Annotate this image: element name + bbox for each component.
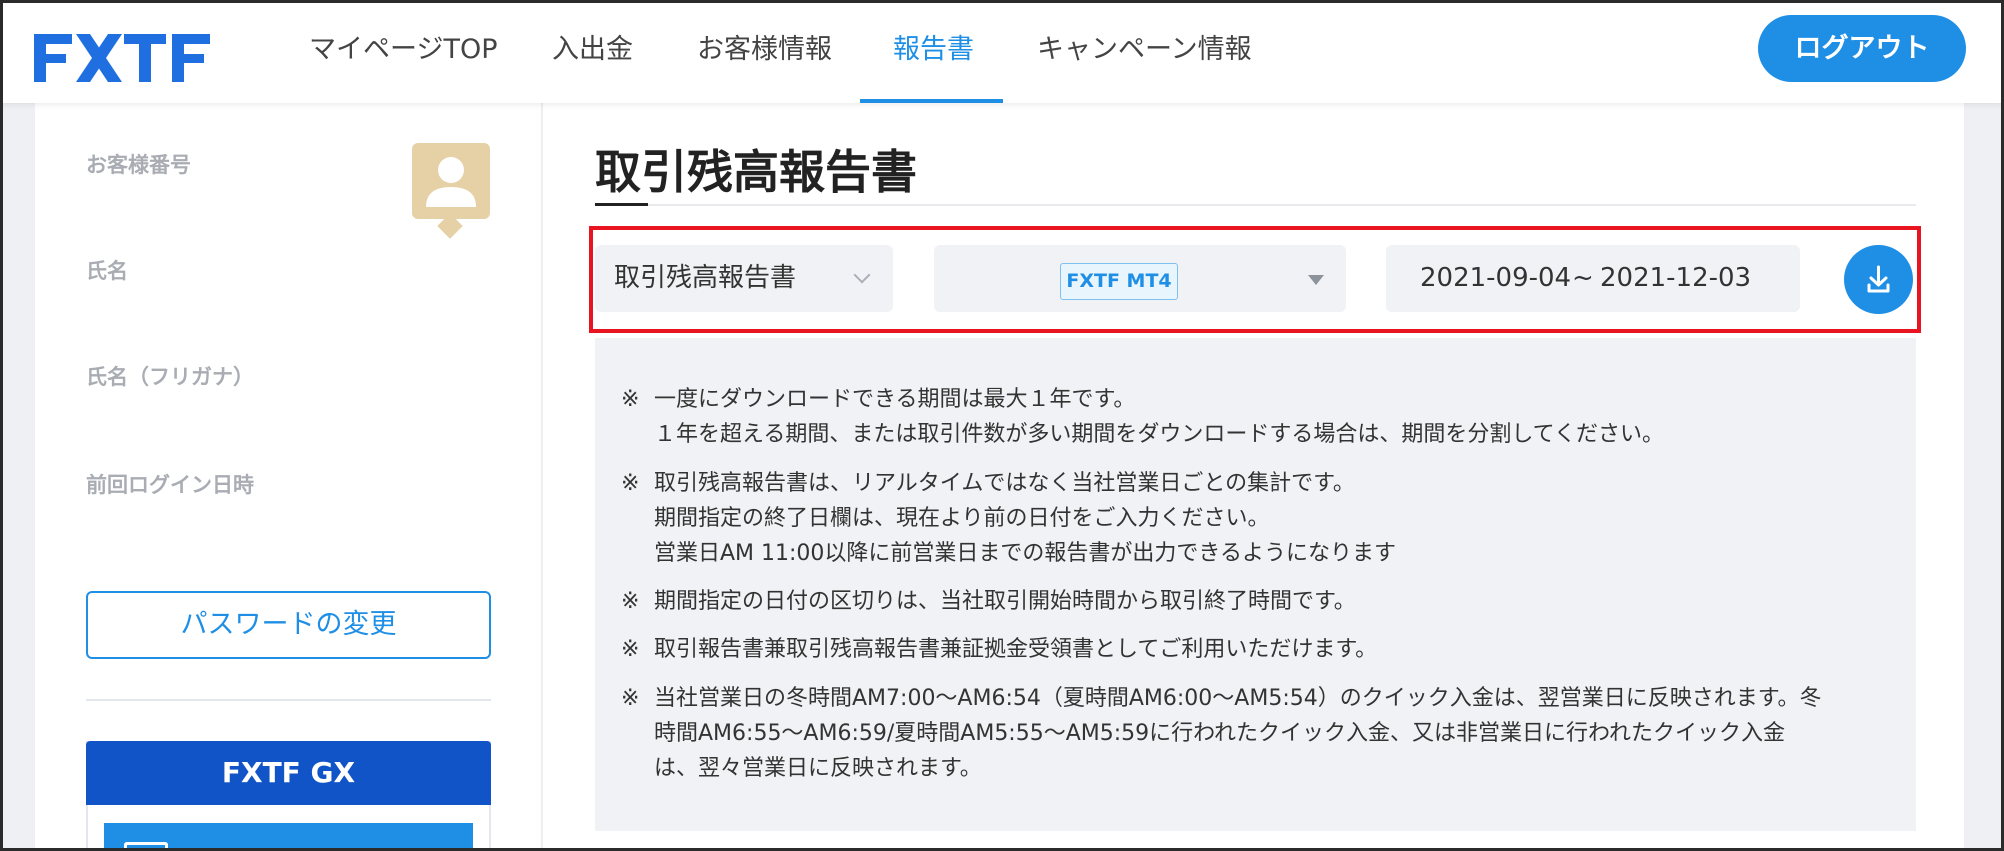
page-gutter-left [3, 103, 35, 848]
gx-window-icon [124, 842, 168, 851]
date-from: 2021-09-04 [1420, 263, 1572, 293]
download-icon [1867, 265, 1890, 293]
date-to: 2021-12-03 [1600, 263, 1752, 293]
note-mark: ※ [621, 387, 640, 412]
note-mark: ※ [621, 589, 640, 614]
note-line: 期間指定の日付の区切りは、当社取引開始時間から取引終了時間です。 [654, 589, 1356, 614]
note-mark: ※ [621, 686, 640, 711]
chevron-down-icon [853, 266, 871, 284]
note-line: 時間AM6:55〜AM6:59/夏時間AM5:55〜AM5:59に行われたクイッ… [654, 721, 1785, 746]
nav-reports[interactable]: 報告書 [893, 28, 974, 72]
name-label: 氏名 [86, 259, 128, 283]
nav-deposit-withdrawal[interactable]: 入出金 [552, 28, 633, 72]
nav-campaign-info[interactable]: キャンペーン情報 [1037, 28, 1252, 72]
note-line: は、翌々営業日に反映されます。 [654, 756, 982, 781]
user-icon [426, 157, 476, 207]
note-line: 期間指定の終了日欄は、現在より前の日付をご入力ください。 [654, 506, 1270, 531]
note-mark: ※ [621, 637, 640, 662]
sidebar-divider [86, 699, 491, 701]
fxtf-logo[interactable] [34, 32, 214, 84]
nav-customer-info[interactable]: お客様情報 [697, 28, 832, 72]
sidebar: お客様番号 氏名 氏名（フリガナ） 前回ログイン日時 [35, 103, 543, 851]
note-line: １年を超える期間、または取引件数が多い期間をダウンロードする場合は、期間を分割し… [654, 422, 1665, 447]
account-badge: FXTF MT4 [1060, 263, 1178, 300]
date-separator: ~ [1572, 263, 1594, 293]
note-mark: ※ [621, 471, 640, 496]
report-type-select[interactable]: 取引残高報告書 [595, 245, 893, 312]
page-gutter-right [1964, 103, 2001, 848]
nav-mypage-top[interactable]: マイページTOP [309, 28, 498, 72]
download-button[interactable] [1844, 245, 1913, 314]
last-login-label: 前回ログイン日時 [86, 473, 254, 497]
name-kana-label: 氏名（フリガナ） [86, 365, 254, 389]
title-accent-bar [595, 203, 648, 206]
gx-panel-title: FXTF GX [86, 741, 491, 805]
note-line: 当社営業日の冬時間AM7:00〜AM6:54（夏時間AM6:00〜AM5:54）… [654, 686, 1822, 711]
note-line: 営業日AM 11:00以降に前営業日までの報告書が出力できるようになります [654, 541, 1396, 566]
page-title: 取引残高報告書 [595, 145, 917, 199]
report-type-value: 取引残高報告書 [614, 263, 797, 293]
note-line: 一度にダウンロードできる期間は最大１年です。 [654, 387, 1136, 412]
note-line: 取引報告書兼取引残高報告書兼証拠金受領書としてご利用いただけます。 [654, 637, 1378, 662]
avatar [412, 143, 490, 219]
top-header: マイページTOP 入出金 お客様情報 報告書 キャンペーン情報 ログアウト [0, 0, 2004, 103]
active-nav-underline [860, 99, 1003, 103]
title-divider [595, 204, 1916, 206]
caret-down-icon [1308, 275, 1324, 285]
logout-button[interactable]: ログアウト [1758, 15, 1966, 82]
date-range-field[interactable]: 2021-09-04 ~ 2021-12-03 [1386, 245, 1800, 312]
note-line: 取引残高報告書は、リアルタイムではなく当社営業日ごとの集計です。 [654, 471, 1355, 496]
customer-number-label: お客様番号 [86, 153, 191, 177]
change-password-button[interactable]: パスワードの変更 [86, 591, 491, 659]
